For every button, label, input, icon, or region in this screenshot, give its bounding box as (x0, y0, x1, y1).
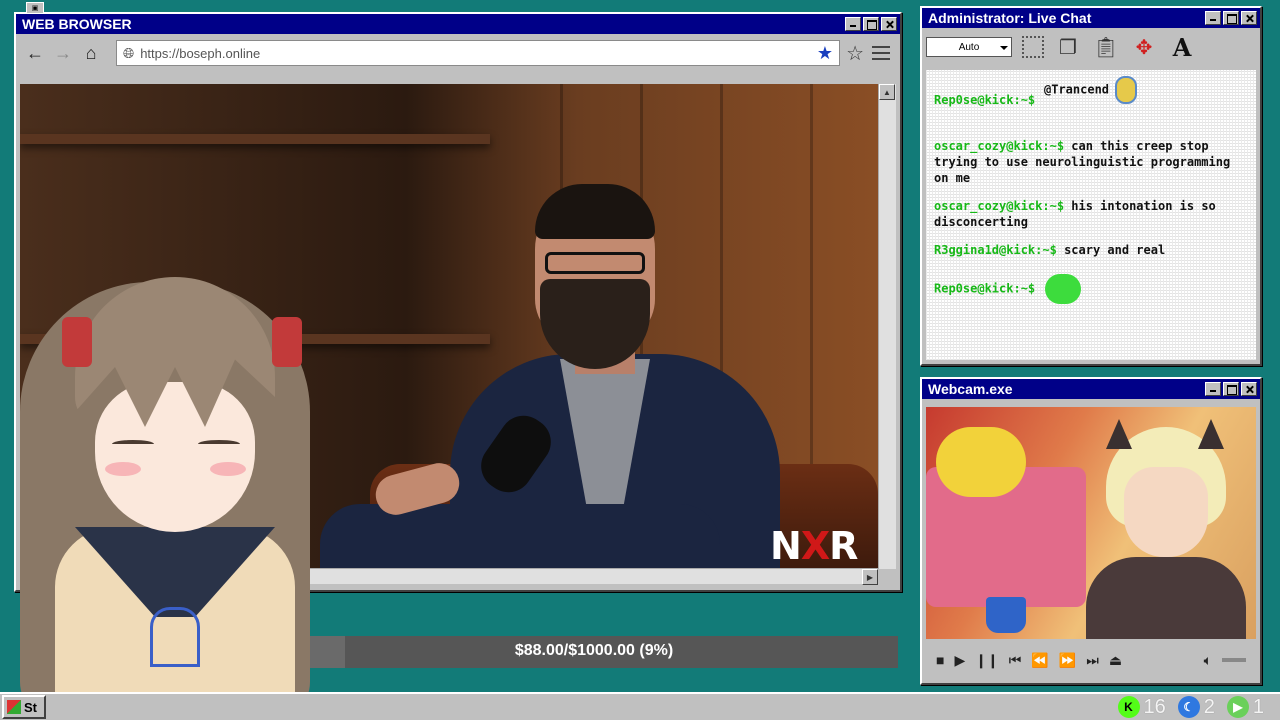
avatar-hair-ribbon (62, 317, 92, 367)
back-arrow-icon[interactable]: ← (24, 42, 46, 64)
close-button[interactable] (1241, 382, 1257, 396)
system-tray: K 16 ☾ 2 ▶ 1 (1117, 695, 1280, 719)
url-text[interactable]: https://boseph.online (140, 46, 811, 61)
play-icon[interactable]: ▶ (1226, 696, 1249, 718)
kick-icon[interactable]: K (1117, 696, 1140, 718)
scroll-up-icon[interactable]: ▲ (879, 84, 895, 100)
favorites-star-icon[interactable]: ☆ (846, 41, 864, 66)
start-button[interactable]: St (2, 695, 46, 719)
message-user[interactable]: R3ggina1d@kick:~$ (934, 243, 1057, 257)
chat-message: Rep0se@kick:~$ (934, 92, 1248, 108)
moon-icon[interactable]: ☾ (1177, 696, 1200, 718)
live-chat-window: Administrator: Live Chat Auto ❐ 📋︎ ✥ A @… (920, 6, 1262, 366)
avatar-blush (105, 462, 141, 476)
play-icon[interactable]: ▶ (954, 652, 965, 669)
chat-toolbar: Auto ❐ 📋︎ ✥ A (922, 28, 1260, 66)
message-text: scary and real (1064, 243, 1166, 257)
play-count: 1 (1252, 695, 1264, 718)
chat-titlebar[interactable]: Administrator: Live Chat (922, 8, 1260, 28)
browser-title: WEB BROWSER (22, 16, 132, 32)
menu-icon[interactable] (870, 42, 892, 64)
message-user[interactable]: Rep0se@kick:~$ (934, 282, 1035, 296)
moon-count: 2 (1203, 695, 1215, 718)
avatar-hair-ribbon (272, 317, 302, 367)
message-user[interactable]: Rep0se@kick:~$ (934, 93, 1035, 107)
webcam-window: Webcam.exe ■ ▶ ❙❙ ⏮ ⏪ ⏩ ⏭ ⏏ 🔈︎ (920, 377, 1262, 685)
fast-forward-icon[interactable]: ⏩ (1059, 652, 1076, 669)
chat-message: R3ggina1d@kick:~$ scary and real (934, 242, 1248, 258)
webcam-titlebar[interactable]: Webcam.exe (922, 379, 1260, 399)
move-icon[interactable]: ✥ (1130, 33, 1158, 61)
bookshelf (20, 134, 490, 144)
maximize-button[interactable] (863, 17, 879, 31)
avatar-eye (112, 440, 154, 448)
start-label: St (24, 699, 37, 715)
address-bar[interactable]: 🌐︎ https://boseph.online ★ (116, 40, 841, 66)
avatar-blush (210, 462, 246, 476)
chat-message: oscar_cozy@kick:~$ his intonation is so … (934, 198, 1248, 230)
close-button[interactable] (881, 17, 897, 31)
donation-goal-bar: $88.00/$1000.00 (9%) (290, 636, 898, 668)
cam-mug (986, 597, 1026, 633)
webcam-title: Webcam.exe (928, 381, 1013, 397)
vertical-scrollbar[interactable]: ▲ (878, 84, 896, 569)
cat-ear (1106, 419, 1132, 449)
stop-icon[interactable]: ■ (936, 652, 944, 668)
scroll-right-icon[interactable]: ▶ (862, 569, 878, 585)
windows-logo-icon (7, 700, 21, 714)
minimize-button[interactable] (1205, 11, 1221, 25)
chat-log[interactable]: @Trancend Rep0se@kick:~$ oscar_cozy@kick… (926, 70, 1256, 360)
font-icon[interactable]: A (1168, 33, 1196, 62)
chat-message: Rep0se@kick:~$ (934, 274, 1248, 304)
vtuber-avatar (0, 262, 320, 720)
cam-avatar-face (1124, 467, 1208, 557)
browser-titlebar[interactable]: WEB BROWSER (16, 14, 900, 34)
minimize-button[interactable] (1205, 382, 1221, 396)
avatar-ribbon-bow (150, 607, 200, 667)
chat-title: Administrator: Live Chat (928, 10, 1092, 26)
select-icon[interactable] (1022, 36, 1044, 58)
taskbar: St K 16 ☾ 2 ▶ 1 (0, 692, 1280, 720)
webcam-feed (926, 407, 1256, 639)
cam-avatar-sweater (1086, 557, 1246, 639)
close-button[interactable] (1241, 11, 1257, 25)
cat-ear (1198, 419, 1224, 449)
maximize-button[interactable] (1223, 11, 1239, 25)
browser-navbar: ← → ⌂ 🌐︎ https://boseph.online ★ ☆ (16, 34, 900, 72)
studio-logo: NXR (770, 524, 858, 568)
kick-viewer-count: 16 (1143, 695, 1166, 718)
cam-avatar (1086, 419, 1246, 639)
volume-slider[interactable] (1222, 658, 1246, 662)
pause-icon[interactable]: ❙❙ (975, 652, 998, 669)
paste-icon[interactable]: 📋︎ (1092, 33, 1120, 61)
forward-arrow-icon[interactable]: → (52, 42, 74, 64)
globe-icon: 🌐︎ (123, 44, 135, 61)
eject-icon[interactable]: ⏏ (1109, 652, 1122, 669)
skip-back-icon[interactable]: ⏮ (1009, 652, 1022, 669)
copy-icon[interactable]: ❐ (1054, 33, 1082, 61)
donation-goal-text: $88.00/$1000.00 (9%) (514, 642, 674, 659)
minimize-button[interactable] (845, 17, 861, 31)
blob-emote-icon (1045, 274, 1082, 304)
avatar-eye (198, 440, 240, 448)
rewind-icon[interactable]: ⏪ (1031, 652, 1048, 669)
cam-plush-toy (936, 427, 1026, 497)
home-icon[interactable]: ⌂ (80, 42, 102, 64)
maximize-button[interactable] (1223, 382, 1239, 396)
skip-forward-icon[interactable]: ⏭ (1086, 652, 1099, 669)
media-controls: ■ ▶ ❙❙ ⏮ ⏪ ⏩ ⏭ ⏏ 🔈︎ (926, 643, 1256, 677)
font-size-select[interactable]: Auto (926, 37, 1012, 57)
message-user[interactable]: oscar_cozy@kick:~$ (934, 139, 1064, 153)
message-user[interactable]: oscar_cozy@kick:~$ (934, 199, 1064, 213)
chat-message: oscar_cozy@kick:~$ can this creep stop t… (934, 138, 1248, 186)
speaker-glasses (545, 252, 645, 274)
volume-icon[interactable]: 🔈︎ (1204, 652, 1212, 669)
speaker-legs (320, 504, 720, 569)
bookmarked-star-icon[interactable]: ★ (817, 43, 833, 64)
desktop-icon[interactable]: ▣ (26, 2, 44, 14)
